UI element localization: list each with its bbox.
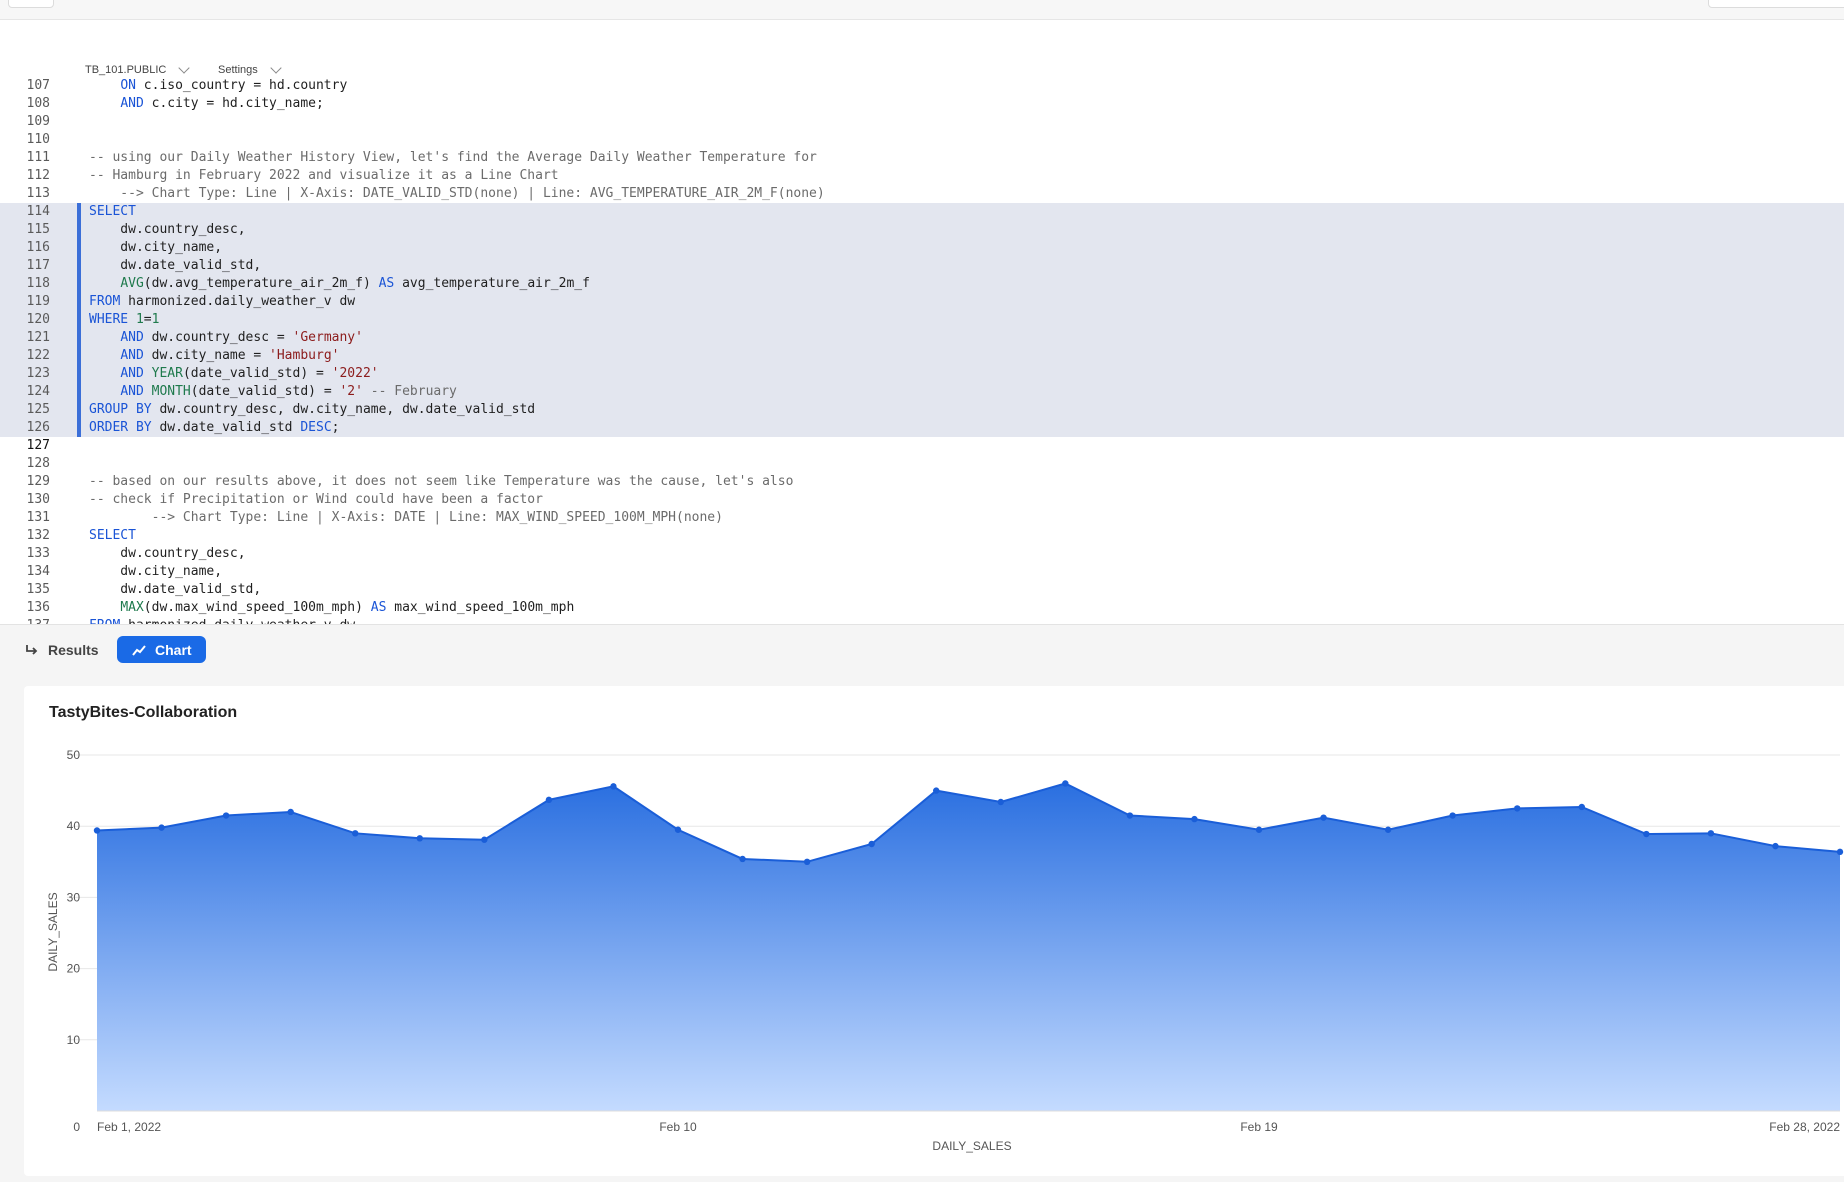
data-point: [933, 787, 940, 794]
data-point: [1384, 826, 1392, 833]
data-point: [93, 827, 101, 834]
y-tick-label: 50: [67, 748, 81, 762]
data-point: [352, 830, 359, 837]
data-point: [1772, 842, 1779, 850]
data-point: [1578, 803, 1585, 811]
data-point: [1449, 812, 1456, 819]
y-tick-label: 20: [67, 962, 81, 976]
x-tick-label: Feb 1, 2022: [97, 1120, 161, 1134]
data-point: [1062, 780, 1069, 787]
data-point: [416, 835, 423, 842]
data-point: [1320, 814, 1327, 821]
y-axis-label: DAILY_SALES: [46, 892, 60, 971]
data-point: [1514, 805, 1521, 812]
data-point: [1836, 848, 1844, 856]
x-tick-label: Feb 28, 2022: [1769, 1120, 1840, 1134]
data-point: [1191, 815, 1198, 823]
data-point: [1643, 830, 1650, 838]
data-point: [222, 812, 230, 819]
data-point: [674, 826, 682, 833]
x-tick-label: Feb 10: [659, 1120, 697, 1134]
data-point: [997, 798, 1004, 806]
y-tick-label: 40: [67, 819, 81, 833]
data-point: [545, 796, 553, 804]
y-tick-label: 10: [67, 1033, 81, 1047]
data-point: [1255, 826, 1263, 833]
x-axis-label: DAILY_SALES: [932, 1139, 1011, 1153]
y-tick-label: 30: [67, 890, 81, 904]
x-tick-label: Feb 19: [1240, 1120, 1278, 1134]
data-point: [158, 824, 165, 831]
data-point: [868, 840, 875, 848]
data-point: [1126, 812, 1134, 819]
data-point: [739, 855, 746, 863]
data-point: [481, 836, 488, 843]
data-point: [610, 783, 617, 790]
area-chart: 0 10 20 30 40 50 Feb 1, 2022 Feb 10 Feb 19 Feb 28…: [46, 748, 1844, 1153]
y-tick-label: 0: [73, 1120, 80, 1134]
data-point: [1707, 830, 1715, 837]
data-point: [287, 808, 294, 816]
data-point: [803, 858, 811, 865]
